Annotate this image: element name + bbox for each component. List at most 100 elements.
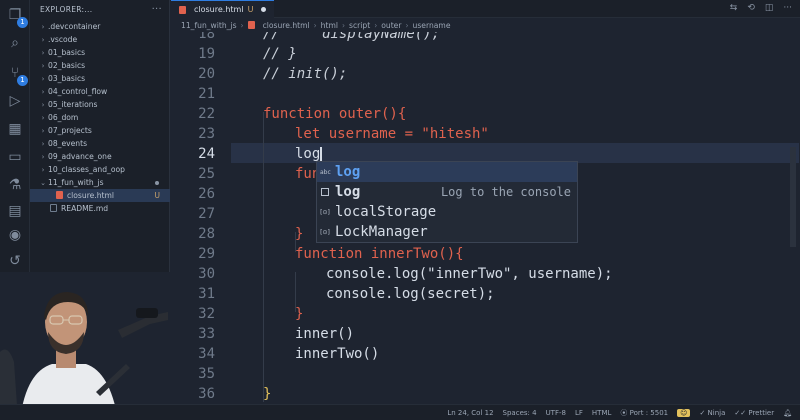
notifications-icon[interactable]: 🔔︎ [783,409,792,417]
breadcrumb-item[interactable]: closure.html [263,21,310,30]
tree-folder-11-fun-with-js[interactable]: ⌄ 11_fun_with_js [30,176,170,189]
breadcrumb-item[interactable]: 11_fun_with_js [181,21,237,30]
code-line: 36} [198,386,272,402]
snippet-icon [321,188,329,196]
ninja-status[interactable]: ✓ Ninja [699,409,725,417]
code-line: 22 function outer(){ [198,106,407,122]
chevron-right-icon: › [240,20,244,30]
chevron-right-icon: › [341,20,346,30]
more-actions-icon[interactable]: ··· [152,4,162,15]
modified-dot-icon [155,181,159,185]
html-file-icon [56,191,63,199]
file-tree: › .devcontainer › .vscode › 01_basics › 02_b… [30,20,170,215]
text-cursor [320,147,322,162]
code-line: 35 [198,366,215,382]
tab-closure-html[interactable]: closure.html U [171,0,275,18]
code-line: 19// } [198,46,297,62]
breadcrumb-item[interactable]: html [321,21,338,30]
docker-icon[interactable]: ▤ [6,202,24,220]
chevron-right-icon: › [374,20,378,30]
tree-folder-10-classes-and-oop[interactable]: › 10_classes_and_oop [30,163,170,176]
tree-folder-08-events[interactable]: › 08_events [30,137,170,150]
webcam-overlay [0,272,172,420]
code-line: 33 inner() [198,326,355,342]
suggestion-item[interactable]: log Log to the console [317,182,577,202]
chevron-right-icon: › [313,20,317,30]
code-line: 31 console.log(secret); [198,286,495,302]
code-line: 20// init(); [198,66,348,82]
indentation[interactable]: Spaces: 4 [503,409,537,417]
encoding[interactable]: UTF-8 [546,409,566,417]
compare-icon[interactable]: ⇆ [730,3,738,13]
remote-explorer-icon[interactable]: ▭ [6,148,24,166]
end-of-line[interactable]: LF [575,409,583,417]
explorer-header: EXPLORER:... ··· [30,0,170,18]
source-control-icon[interactable]: ⑂ 1 [6,64,28,86]
antenna-icon: ⦿ [620,409,630,417]
tree-folder-02-basics[interactable]: › 02_basics [30,59,170,72]
check-icon: ✓ [699,409,708,417]
markdown-file-icon [50,204,57,212]
breadcrumb-item[interactable]: outer [381,21,401,30]
tree-folder-05-iterations[interactable]: › 05_iterations [30,98,170,111]
unsaved-dot-icon[interactable] [261,7,267,12]
scrollbar-thumb[interactable] [790,147,796,247]
suggestion-item[interactable]: abc log [317,162,577,182]
tree-file-readme[interactable]: README.md [30,202,170,215]
files-badge: 1 [17,17,28,28]
github-icon[interactable]: ◉ [6,226,24,244]
html-file-icon [179,5,186,14]
tree-folder-devcontainer[interactable]: › .devcontainer [30,20,170,33]
split-editor-icon[interactable]: ◫ [765,3,774,13]
tab-actions: ⇆ ⟲ ◫ ··· [730,3,792,13]
run-debug-icon[interactable]: ▷ [6,92,24,110]
code-line: 18// displayName(); [198,32,441,42]
suggestion-item[interactable]: [⊙] localStorage [317,202,577,222]
open-changes-icon[interactable]: ⟲ [747,3,755,13]
extensions-icon[interactable]: ▦ [6,120,24,138]
code-line: 32} [198,306,304,322]
live-share-icon[interactable]: ↺ [6,252,24,270]
breadcrumb-item[interactable]: username [413,21,451,30]
explorer-title: EXPLORER:... [40,4,93,14]
editor-scrollbar[interactable] [788,32,798,404]
tree-folder-09-advance-one[interactable]: › 09_advance_one [30,150,170,163]
live-share-status-icon[interactable]: ☺ [677,409,691,417]
tree-folder-06-dom[interactable]: › 06_dom [30,111,170,124]
tree-folder-vscode[interactable]: › .vscode [30,33,170,46]
language-mode[interactable]: HTML [592,409,611,417]
live-server-port[interactable]: ⦿ Port : 5501 [620,408,668,418]
code-line: 23 let username = "hitesh" [198,126,489,142]
suggestion-detail: Log to the console [440,185,571,199]
search-icon[interactable]: ⌕ [6,34,24,52]
status-items: Ln 24, Col 12 Spaces: 4 UTF-8 LF HTML ⦿ … [447,405,792,420]
variable-icon: [⊙] [320,229,330,236]
untracked-badge: U [154,191,161,200]
html-file-icon [247,21,255,29]
source-control-badge: 1 [17,75,28,86]
tree-file-closure-html[interactable]: closure.html U [30,189,170,202]
prettier-status[interactable]: ✓✓ Prettier [734,409,774,417]
chevron-right-icon: › [405,20,409,30]
tree-folder-04-control-flow[interactable]: › 04_control_flow [30,85,170,98]
files-icon[interactable]: ❐ 1 [6,6,28,28]
variable-icon: [⊙] [320,209,330,216]
status-bar: Ln 24, Col 12 Spaces: 4 UTF-8 LF HTML ⦿ … [0,404,800,420]
suggestion-widget: abc log log Log to the console [⊙] localSto… [316,161,578,243]
breadcrumb: 11_fun_with_js › closure.html › html › scri… [171,18,800,32]
breadcrumb-item[interactable]: script [349,21,370,30]
cursor-position[interactable]: Ln 24, Col 12 [447,409,493,417]
testing-icon[interactable]: ⚗ [6,176,24,194]
code-line: 30 console.log("innerTwo", username); [198,266,613,282]
code-line: 29 function innerTwo(){ [198,246,464,262]
more-actions-icon[interactable]: ··· [783,3,792,13]
code-line: 34 innerTwo() [198,346,380,362]
abc-icon: abc [320,169,331,176]
check-double-icon: ✓✓ [734,409,749,417]
code-line: 21 [198,86,215,102]
tree-folder-07-projects[interactable]: › 07_projects [30,124,170,137]
tree-folder-01-basics[interactable]: › 01_basics [30,46,170,59]
suggestion-item[interactable]: [⊙] LockManager [317,222,577,242]
tree-folder-03-basics[interactable]: › 03_basics [30,72,170,85]
editor-tab-bar: closure.html U ⇆ ⟲ ◫ ··· [171,0,800,18]
